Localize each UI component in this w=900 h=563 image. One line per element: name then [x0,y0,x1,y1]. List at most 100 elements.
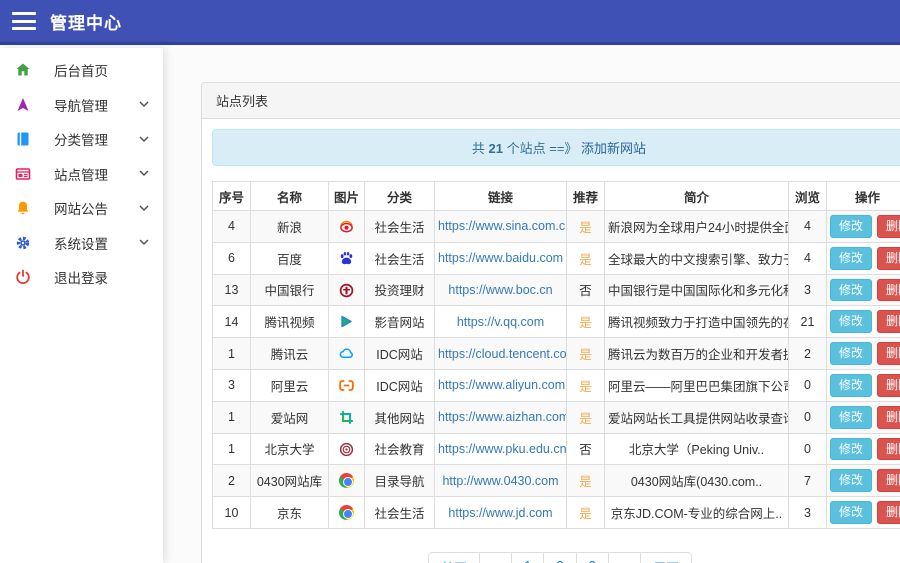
cell-recommended: 否 [567,433,605,465]
delete-button[interactable]: 删除 [877,310,900,333]
cell-actions: 修改删除 [827,274,900,306]
delete-button[interactable]: 删除 [877,374,900,397]
edit-button[interactable]: 修改 [830,247,872,270]
cell-site-name: 0430网站库 [251,465,329,497]
cell-link: http://www.0430.com [435,465,567,497]
page-2[interactable]: 2 [543,552,576,563]
site-link[interactable]: https://v.qq.com [457,315,544,329]
edit-button[interactable]: 修改 [830,438,872,461]
sidebar-item-label: 后台首页 [54,60,108,80]
table-row: 1 爱站网 其他网站 https://www.aizhan.com 是 爱站网站… [213,401,900,433]
cell-serial-number: 2 [213,465,251,497]
site-table: 序号 名称 图片 分类 链接 推荐 简介 浏览 操作 4 新浪 社会生活 htt… [212,181,900,529]
add-site-link[interactable]: 添加新网站 [581,141,646,156]
cell-link: https://cloud.tencent.com [435,338,567,370]
cell-category: 其他网站 [365,401,435,433]
sidebar-item-dashboard[interactable]: 后台首页 [0,53,163,88]
cell-description: 中国银行是中国国际化和多元化程度.. [605,274,789,306]
cell-actions: 修改删除 [827,497,900,529]
edit-button[interactable]: 修改 [830,342,872,365]
cell-category: 社会生活 [365,211,435,243]
site-link[interactable]: https://www.pku.edu.cn [438,442,567,456]
page-last[interactable]: 尾页 [640,552,692,563]
col-header-image: 图片 [329,182,365,211]
cell-site-name: 北京大学 [251,433,329,465]
navigation-icon [14,96,31,113]
sidebar-item-logout[interactable]: 退出登录 [0,260,163,295]
cell-link: https://www.boc.cn [435,274,567,306]
delete-button[interactable]: 删除 [877,215,900,238]
sidebar: 后台首页 导航管理 分类管理 站点管理 网站公告 [0,48,163,563]
delete-button[interactable]: 删除 [877,438,900,461]
page-prev[interactable]: « [479,552,512,563]
sidebar-item-announcement[interactable]: 网站公告 [0,191,163,226]
pagination: 首页 « 1 2 3 » 尾页 [212,552,900,563]
topbar: 管理中心 [0,0,900,45]
cell-description: 全球最大的中文搜索引擎、致力于让.. [605,242,789,274]
cell-site-name: 阿里云 [251,369,329,401]
tencent-cloud-favicon [329,338,365,370]
sidebar-item-label: 退出登录 [54,267,108,287]
edit-button[interactable]: 修改 [830,406,872,429]
delete-button[interactable]: 删除 [877,501,900,524]
site-link[interactable]: http://www.0430.com [442,474,558,488]
cell-recommended: 是 [567,306,605,338]
sidebar-item-label: 网站公告 [54,198,108,218]
delete-button[interactable]: 删除 [877,469,900,492]
delete-button[interactable]: 删除 [877,342,900,365]
site-link[interactable]: https://www.boc.cn [448,283,552,297]
page-3[interactable]: 3 [576,552,609,563]
col-header-link: 链接 [435,182,567,211]
cell-views: 0 [789,369,827,401]
delete-button[interactable]: 删除 [877,406,900,429]
cell-category: 社会生活 [365,242,435,274]
delete-button[interactable]: 删除 [877,279,900,302]
cell-serial-number: 13 [213,274,251,306]
sidebar-item-label: 导航管理 [54,95,108,115]
cell-actions: 修改删除 [827,306,900,338]
edit-button[interactable]: 修改 [830,215,872,238]
sidebar-item-navigation[interactable]: 导航管理 [0,88,163,123]
cell-views: 7 [789,465,827,497]
chevron-down-icon [139,170,149,177]
cell-site-name: 腾讯云 [251,338,329,370]
cell-views: 21 [789,306,827,338]
announcement-bell-icon [14,200,31,217]
cell-serial-number: 6 [213,242,251,274]
cell-description: 爱站网站长工具提供网站收录查询和.. [605,401,789,433]
edit-button[interactable]: 修改 [830,374,872,397]
site-link[interactable]: https://www.aliyun.com [438,378,565,392]
chevron-down-icon [139,101,149,108]
cell-description: 腾讯云为数百万的企业和开发者提供.. [605,338,789,370]
menu-hamburger-icon[interactable] [12,12,36,30]
sidebar-item-category[interactable]: 分类管理 [0,122,163,157]
delete-button[interactable]: 删除 [877,247,900,270]
table-header-row: 序号 名称 图片 分类 链接 推荐 简介 浏览 操作 [213,182,900,211]
page-next[interactable]: » [608,552,641,563]
site-link[interactable]: https://www.aizhan.com [438,410,567,424]
sidebar-item-label: 站点管理 [54,164,108,184]
site-link[interactable]: https://www.jd.com [448,506,552,520]
edit-button[interactable]: 修改 [830,469,872,492]
cell-site-name: 京东 [251,497,329,529]
aizhan-favicon [329,401,365,433]
cell-views: 3 [789,497,827,529]
sidebar-item-settings[interactable]: 系统设置 [0,226,163,261]
edit-button[interactable]: 修改 [830,310,872,333]
pku-favicon [329,433,365,465]
page-first[interactable]: 首页 [428,552,480,563]
cell-recommended: 是 [567,242,605,274]
aliyun-favicon [329,369,365,401]
cell-description: 阿里云——阿里巴巴集团旗下公司，.. [605,369,789,401]
edit-button[interactable]: 修改 [830,501,872,524]
chevron-down-icon [139,239,149,246]
edit-button[interactable]: 修改 [830,279,872,302]
site-list-card: 站点列表 共 21 个站点 ==》 添加新网站 序号 名称 图片 分类 [201,82,900,563]
site-link[interactable]: https://www.baidu.com [438,251,563,265]
site-link[interactable]: https://cloud.tencent.com [438,347,567,361]
cell-actions: 修改删除 [827,338,900,370]
sidebar-item-sites[interactable]: 站点管理 [0,157,163,192]
site-link[interactable]: https://www.sina.com.cn [438,219,567,233]
cell-description: 腾讯视频致力于打造中国领先的在线.. [605,306,789,338]
page-1[interactable]: 1 [511,552,544,563]
